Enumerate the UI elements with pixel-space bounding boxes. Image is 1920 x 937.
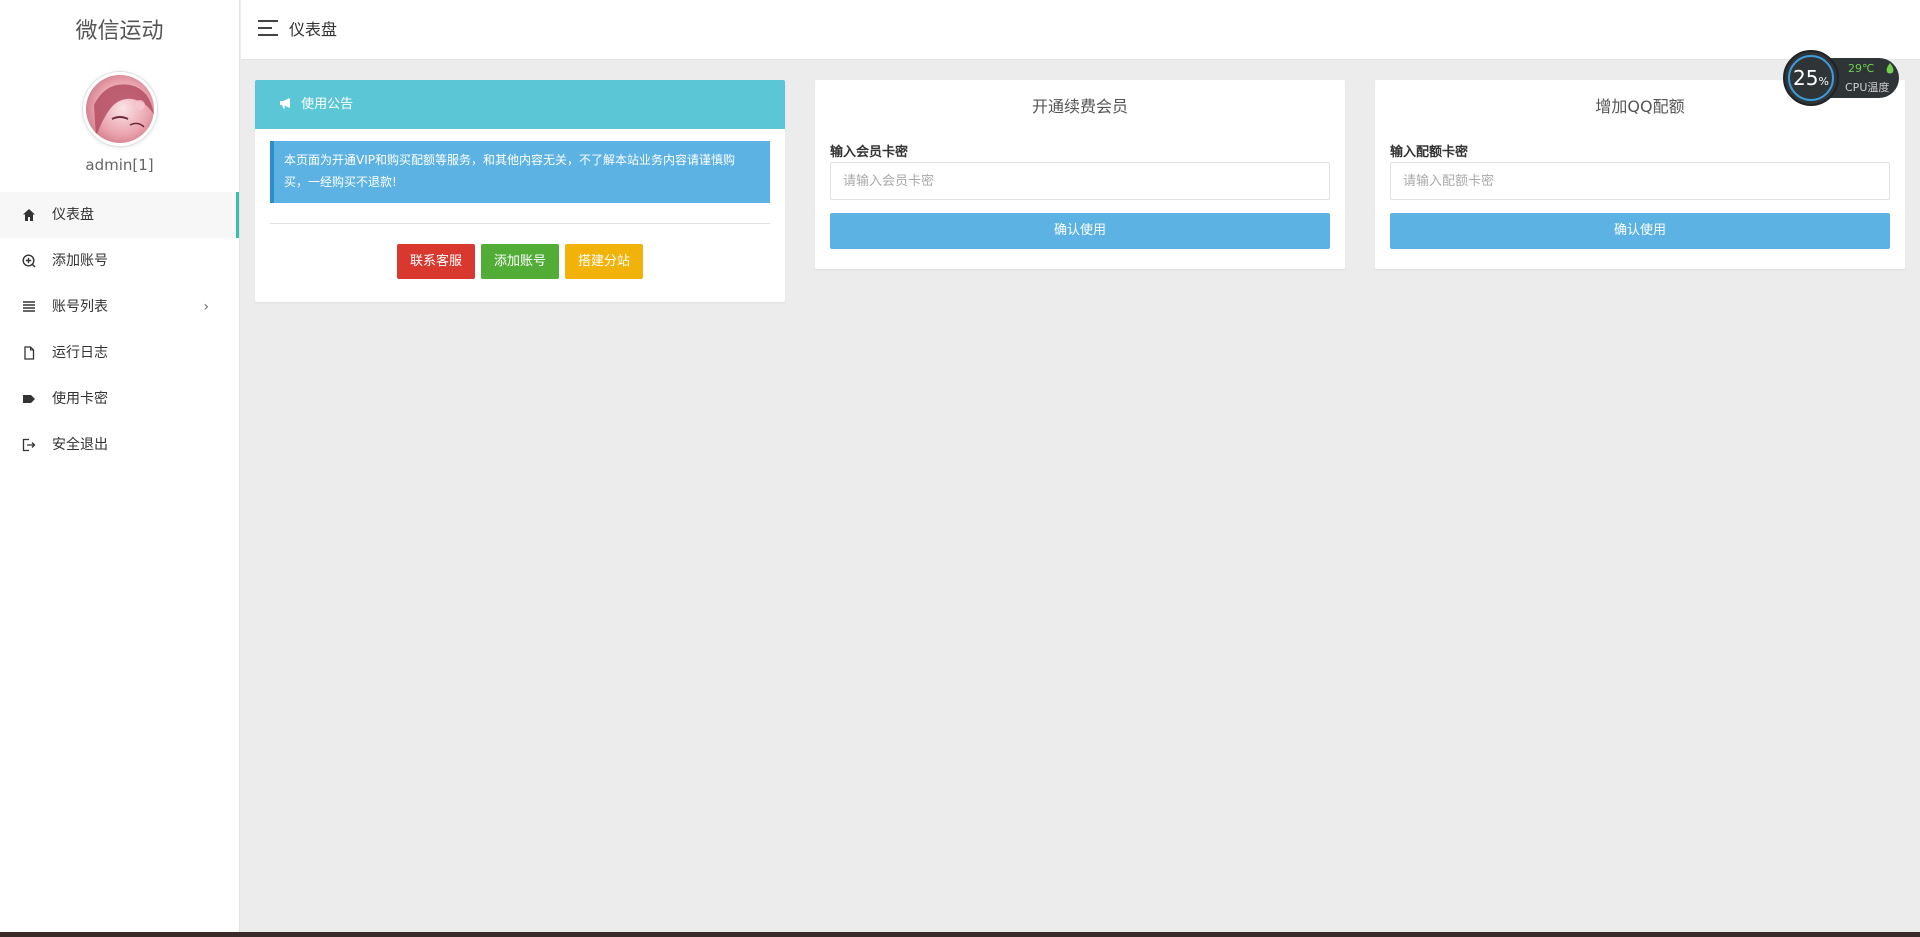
sidebar-nav: 仪表盘 添加账号 账号列表 › 运行日志 使用卡密 安全退出 bbox=[0, 192, 239, 468]
notice-title: 使用公告 bbox=[301, 97, 354, 112]
vip-form-title: 开通续费会员 bbox=[1031, 97, 1128, 116]
leaf-icon bbox=[1886, 63, 1894, 74]
taskbar-edge bbox=[0, 932, 1920, 937]
sidebar-item-run-log[interactable]: 运行日志 bbox=[0, 330, 239, 376]
quota-card-key-label: 输入配额卡密 bbox=[1390, 145, 1469, 160]
sidebar-item-label: 仪表盘 bbox=[52, 207, 94, 223]
sidebar-item-dashboard[interactable]: 仪表盘 bbox=[0, 192, 239, 238]
notice-actions: 联系客服 添加账号 搭建分站 bbox=[255, 244, 785, 279]
cpu-usage-value: 25% bbox=[1793, 66, 1829, 90]
cpu-temperature: 29℃ bbox=[1848, 62, 1875, 75]
notice-header: 使用公告 bbox=[255, 80, 785, 129]
chevron-right-icon: › bbox=[203, 299, 209, 315]
divider bbox=[270, 223, 770, 224]
home-icon bbox=[23, 209, 35, 221]
notice-card: 使用公告 本页面为开通VIP和购买配额等服务，和其他内容无关，不了解本站业务内容… bbox=[255, 80, 785, 302]
contact-service-button[interactable]: 联系客服 bbox=[396, 244, 475, 279]
sidebar: 微信运动 admin[1] 仪表盘 添加账号 账号列表 › 运行日志 使用卡密 … bbox=[0, 0, 240, 932]
notice-text: 本页面为开通VIP和购买配额等服务，和其他内容无关，不了解本站业务内容请谨慎购买… bbox=[270, 141, 770, 203]
vip-card-key-label: 输入会员卡密 bbox=[830, 145, 909, 160]
vip-form-card: 开通续费会员 输入会员卡密 确认使用 bbox=[815, 80, 1345, 269]
sidebar-item-add-account[interactable]: 添加账号 bbox=[0, 238, 239, 284]
sidebar-item-label: 使用卡密 bbox=[52, 391, 108, 407]
megaphone-icon bbox=[280, 98, 290, 109]
cpu-temperature-label: CPU温度 bbox=[1845, 81, 1890, 94]
quota-confirm-button[interactable]: 确认使用 bbox=[1390, 213, 1890, 249]
brand-title: 微信运动 bbox=[75, 19, 164, 44]
logout-icon bbox=[22, 438, 36, 452]
vip-card-key-input[interactable] bbox=[830, 162, 1330, 200]
vip-confirm-button[interactable]: 确认使用 bbox=[830, 213, 1330, 249]
quota-card-key-input[interactable] bbox=[1390, 162, 1890, 200]
sidebar-item-account-list[interactable]: 账号列表 › bbox=[0, 284, 239, 330]
sidebar-item-label: 账号列表 bbox=[52, 299, 108, 315]
page-title: 仪表盘 bbox=[289, 20, 338, 39]
sidebar-item-label: 运行日志 bbox=[52, 345, 108, 361]
add-account-button[interactable]: 添加账号 bbox=[480, 244, 559, 279]
sidebar-item-logout[interactable]: 安全退出 bbox=[0, 422, 239, 468]
tag-icon bbox=[23, 395, 35, 403]
username: admin[1] bbox=[85, 156, 154, 174]
avatar[interactable] bbox=[82, 72, 157, 146]
top-bar: 仪表盘 bbox=[241, 0, 1920, 60]
plus-circle-icon bbox=[22, 254, 36, 268]
menu-toggle-icon[interactable] bbox=[258, 20, 278, 36]
build-substation-button[interactable]: 搭建分站 bbox=[565, 244, 644, 279]
qq-quota-form-card: 增加QQ配额 输入配额卡密 确认使用 bbox=[1375, 80, 1905, 269]
list-icon bbox=[23, 301, 35, 312]
sidebar-item-label: 添加账号 bbox=[52, 253, 108, 269]
sidebar-item-use-card[interactable]: 使用卡密 bbox=[0, 376, 239, 422]
cpu-usage-gauge: 25% bbox=[1783, 50, 1839, 106]
cpu-monitor-widget[interactable]: 25% 29℃ CPU温度 bbox=[1783, 50, 1899, 106]
sidebar-item-label: 安全退出 bbox=[52, 437, 108, 453]
file-icon bbox=[24, 346, 35, 360]
